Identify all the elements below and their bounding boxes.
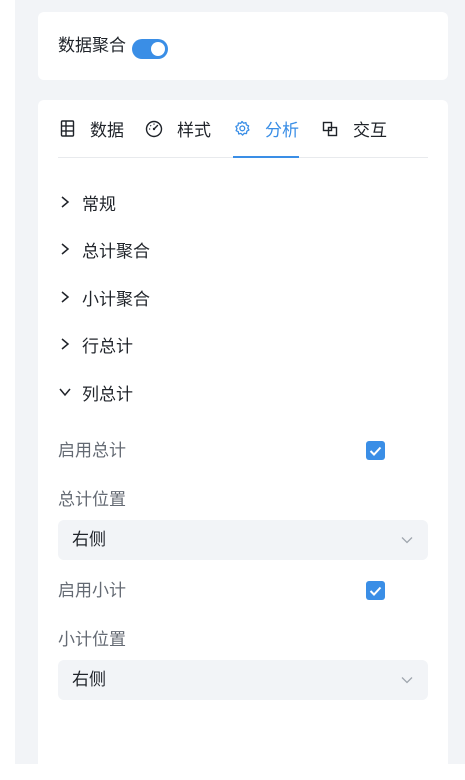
tab-data-label: 数据 — [90, 121, 124, 141]
chevron-right-icon — [58, 195, 72, 209]
enable-total-checkbox[interactable] — [366, 441, 385, 460]
section-total-aggregation[interactable]: 总计聚合 — [58, 235, 150, 263]
tab-bar: 数据 样式 分析 交互 — [58, 100, 428, 158]
data-table-icon — [58, 120, 76, 138]
section-row-total[interactable]: 行总计 — [58, 330, 133, 358]
section-subtotal-aggregation[interactable]: 小计聚合 — [58, 283, 150, 311]
subtotal-position-label: 小计位置 — [58, 630, 126, 650]
tab-analysis[interactable]: 分析 — [233, 100, 299, 158]
chevron-right-icon — [58, 337, 72, 351]
tab-data[interactable]: 数据 — [58, 100, 124, 157]
section-subtotal-aggregation-label: 小计聚合 — [82, 289, 150, 310]
section-row-total-label: 行总计 — [82, 336, 133, 357]
total-position-select[interactable]: 右侧 — [58, 520, 428, 560]
tab-interaction-label: 交互 — [353, 121, 387, 141]
subtotal-position-value: 右侧 — [72, 670, 106, 690]
checkmark-icon — [369, 446, 382, 456]
section-column-total-label: 列总计 — [82, 384, 133, 405]
section-column-total[interactable]: 列总计 — [58, 378, 133, 406]
total-position-label: 总计位置 — [58, 490, 126, 510]
chevron-right-icon — [58, 290, 72, 304]
style-gauge-icon — [145, 120, 163, 138]
tab-interaction[interactable]: 交互 — [321, 100, 387, 157]
chevron-down-icon — [58, 385, 72, 399]
settings-gear-icon — [233, 120, 251, 138]
chevron-down-icon — [401, 677, 413, 684]
enable-total-label: 启用总计 — [58, 441, 126, 461]
aggregation-label: 数据聚合 — [58, 36, 126, 56]
section-total-aggregation-label: 总计聚合 — [82, 241, 150, 262]
checkmark-icon — [369, 586, 382, 596]
tab-style-label: 样式 — [177, 121, 211, 141]
chevron-down-icon — [401, 537, 413, 544]
tab-analysis-label: 分析 — [265, 121, 299, 141]
toggle-knob — [151, 42, 165, 56]
section-general[interactable]: 常规 — [58, 188, 116, 216]
tab-style[interactable]: 样式 — [145, 100, 211, 157]
total-position-value: 右侧 — [72, 530, 106, 550]
chevron-right-icon — [58, 242, 72, 256]
section-general-label: 常规 — [82, 194, 116, 215]
analysis-settings-card: 数据 样式 分析 交互 常规 总计聚合 小计聚合 行总计 列总计 启用总计 总计… — [38, 100, 448, 780]
aggregation-card: 数据聚合 — [38, 12, 448, 80]
subtotal-position-select[interactable]: 右侧 — [58, 660, 428, 700]
enable-subtotal-checkbox[interactable] — [366, 581, 385, 600]
enable-subtotal-label: 启用小计 — [58, 581, 126, 601]
interaction-icon — [321, 120, 339, 138]
aggregation-toggle[interactable] — [132, 39, 168, 59]
